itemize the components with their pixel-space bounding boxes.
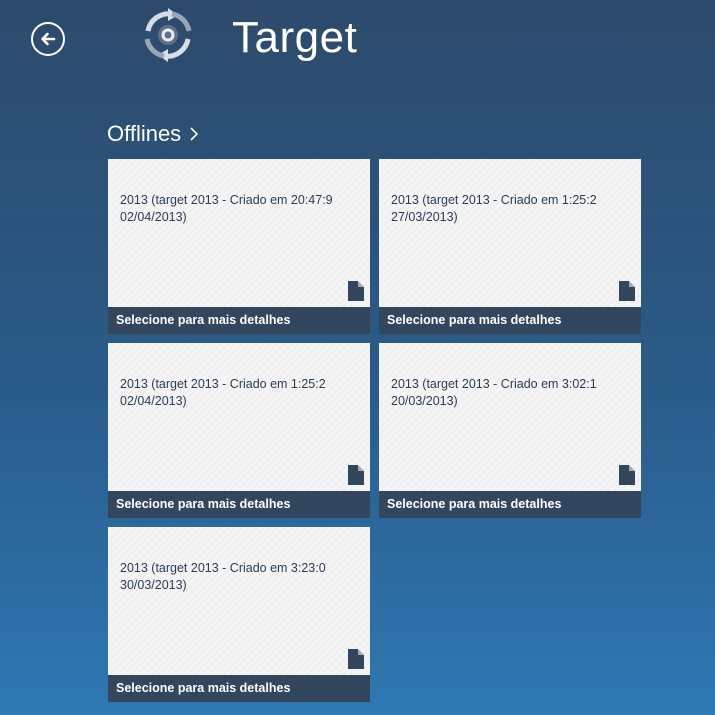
target-sync-logo-icon	[144, 8, 192, 62]
document-icon	[619, 281, 635, 301]
offline-tile[interactable]: 2013 (target 2013 - Criado em 1:25:2 27/…	[379, 159, 641, 334]
app-logo	[138, 5, 198, 65]
tile-title: 2013 (target 2013 - Criado em 20:47:9 02…	[120, 192, 356, 226]
tile-title: 2013 (target 2013 - Criado em 1:25:2 27/…	[391, 192, 627, 226]
tile-title-line: 27/03/2013)	[391, 210, 458, 224]
offline-tile[interactable]: 2013 (target 2013 - Criado em 3:02:1 20/…	[379, 343, 641, 518]
offline-tile[interactable]: 2013 (target 2013 - Criado em 20:47:9 02…	[108, 159, 370, 334]
page-title: Target	[232, 13, 358, 62]
tile-title-line: 2013 (target 2013 - Criado em 3:23:0	[120, 561, 326, 575]
tile-title: 2013 (target 2013 - Criado em 3:02:1 20/…	[391, 376, 627, 410]
section-title: Offlines	[107, 121, 182, 146]
tile-footer: Selecione para mais detalhes	[108, 307, 370, 334]
back-arrow-icon	[41, 32, 56, 46]
document-icon	[348, 465, 364, 485]
back-button[interactable]	[31, 22, 65, 56]
tile-title-line: 2013 (target 2013 - Criado em 1:25:2	[391, 193, 597, 207]
tile-title-line: 20/03/2013)	[391, 394, 458, 408]
tile-title-line: 30/03/2013)	[120, 578, 187, 592]
tile-footer: Selecione para mais detalhes	[108, 491, 370, 518]
tile-footer: Selecione para mais detalhes	[379, 307, 641, 334]
offline-tile[interactable]: 2013 (target 2013 - Criado em 3:23:0 30/…	[108, 527, 370, 702]
tile-title: 2013 (target 2013 - Criado em 1:25:2 02/…	[120, 376, 356, 410]
chevron-right-icon	[190, 127, 199, 141]
tile-title-line: 02/04/2013)	[120, 210, 187, 224]
tile-title-line: 02/04/2013)	[120, 394, 187, 408]
tile-footer: Selecione para mais detalhes	[379, 491, 641, 518]
section-header-offlines[interactable]: Offlines	[107, 120, 199, 148]
tile-title-line: 2013 (target 2013 - Criado em 1:25:2	[120, 377, 326, 391]
tile-footer: Selecione para mais detalhes	[108, 675, 370, 702]
tile-title: 2013 (target 2013 - Criado em 3:23:0 30/…	[120, 560, 356, 594]
document-icon	[619, 465, 635, 485]
offline-tile[interactable]: 2013 (target 2013 - Criado em 1:25:2 02/…	[108, 343, 370, 518]
tile-title-line: 2013 (target 2013 - Criado em 3:02:1	[391, 377, 597, 391]
tile-title-line: 2013 (target 2013 - Criado em 20:47:9	[120, 193, 333, 207]
document-icon	[348, 649, 364, 669]
document-icon	[348, 281, 364, 301]
